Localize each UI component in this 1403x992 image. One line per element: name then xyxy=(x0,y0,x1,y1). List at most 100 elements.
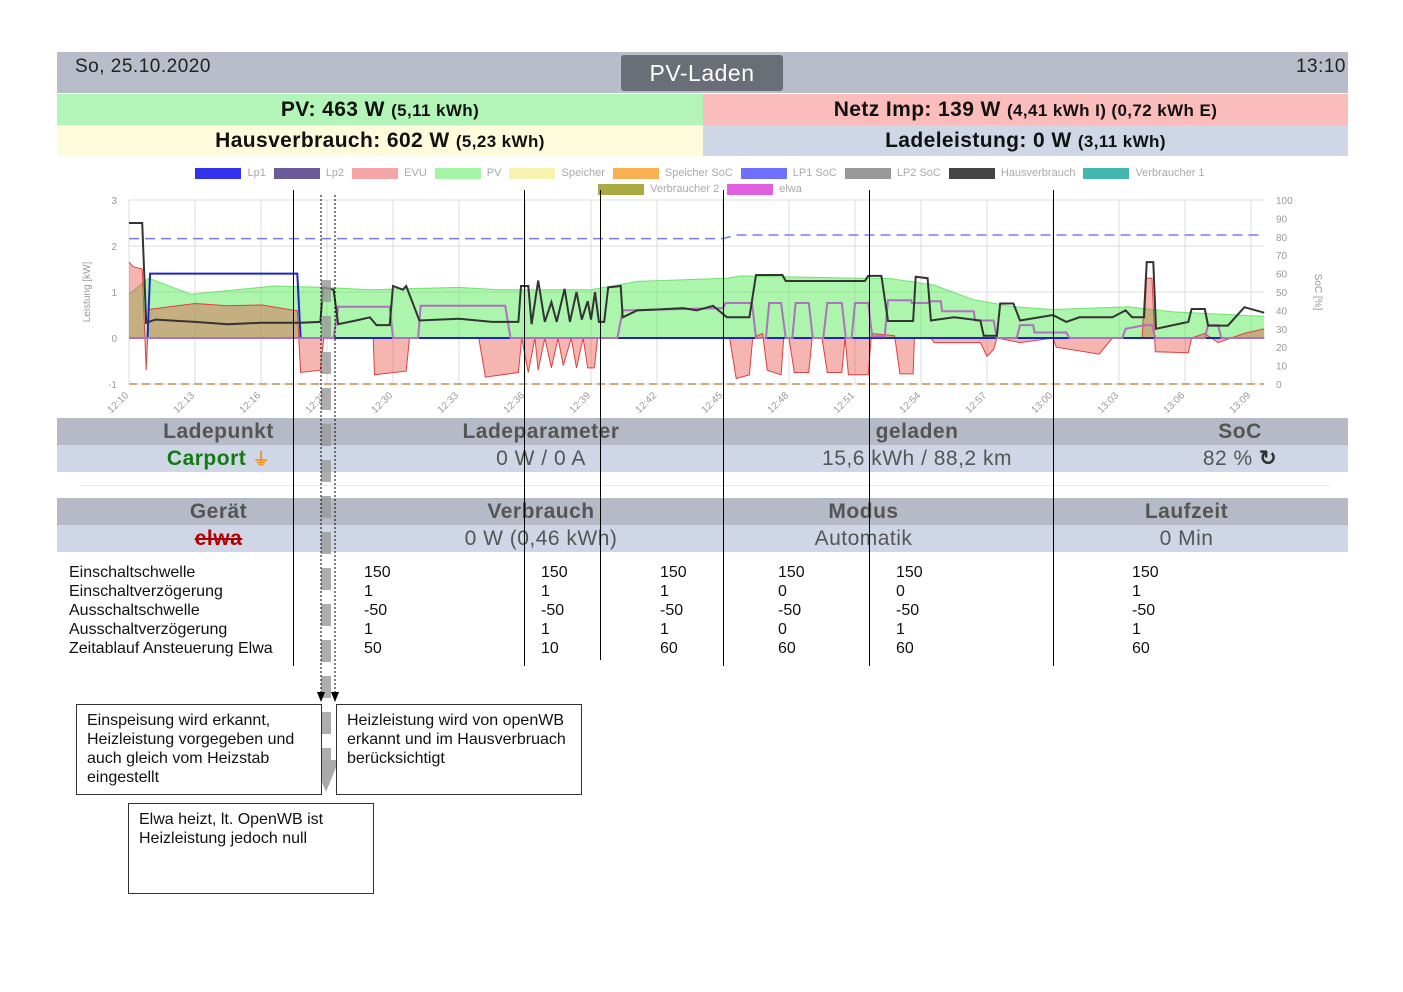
annotation-feed-in: Einspeisung wird erkannt, Heizleistung v… xyxy=(76,704,322,795)
param-value: -50 xyxy=(1132,602,1156,619)
x-tick-label: 12:42 xyxy=(634,390,660,416)
marker-line xyxy=(600,190,601,660)
header-geladen: geladen xyxy=(875,420,959,443)
param-value: -50 xyxy=(541,602,565,619)
param-value: 1 xyxy=(896,621,905,638)
y2-tick-label: 60 xyxy=(1276,270,1288,281)
y-tick-label: 2 xyxy=(111,242,117,253)
y2-tick-label: 20 xyxy=(1276,343,1288,354)
param-value: 60 xyxy=(1132,640,1150,657)
param-label: Ausschaltverzögerung xyxy=(69,621,228,638)
y2-tick-label: 80 xyxy=(1276,233,1288,244)
x-tick-label: 13:00 xyxy=(1030,390,1056,416)
param-value: 150 xyxy=(541,564,568,581)
y2-axis-label: SoC [%] xyxy=(1312,274,1323,311)
y2-tick-label: 70 xyxy=(1276,251,1288,262)
marker-line xyxy=(524,190,525,666)
divider xyxy=(80,485,1330,486)
device-consumption: 0 W (0,46 kWh) xyxy=(464,527,618,550)
param-value: 1 xyxy=(660,621,669,638)
param-value: 150 xyxy=(364,564,391,581)
x-tick-label: 12:30 xyxy=(370,390,396,416)
y2-tick-label: 0 xyxy=(1276,380,1282,391)
param-value: 50 xyxy=(364,640,382,657)
y2-tick-label: 100 xyxy=(1276,196,1293,207)
annotation-recognized: Heizleistung wird von openWB erkannt und… xyxy=(336,704,582,795)
param-value: 1 xyxy=(364,621,373,638)
soc-value: 82 % xyxy=(1202,447,1253,470)
param-value: 0 xyxy=(896,583,905,600)
param-value: 150 xyxy=(660,564,687,581)
param-value: -50 xyxy=(364,602,388,619)
y-tick-label: 1 xyxy=(111,288,117,299)
param-label: Zeitablauf Ansteuerung Elwa xyxy=(69,640,273,657)
refresh-soc-icon[interactable]: ↻ xyxy=(1259,447,1277,470)
device-name[interactable]: elwa xyxy=(57,525,380,552)
param-value: -50 xyxy=(778,602,802,619)
param-value: 1 xyxy=(541,583,550,600)
header-soc: SoC xyxy=(1218,420,1262,443)
header-ladeparameter: Ladeparameter xyxy=(462,420,620,443)
x-tick-label: 13:09 xyxy=(1228,390,1254,416)
y-tick-label: -1 xyxy=(108,380,117,391)
param-label: Einschaltverzögerung xyxy=(69,583,223,600)
y2-tick-label: 10 xyxy=(1276,362,1288,373)
param-value: 1 xyxy=(1132,583,1141,600)
y-tick-label: 3 xyxy=(111,196,117,207)
param-value: 60 xyxy=(896,640,914,657)
chargepoint-charged: 15,6 kWh / 88,2 km xyxy=(822,447,1012,470)
header-geraet: Gerät xyxy=(189,500,248,523)
param-value: 150 xyxy=(778,564,805,581)
param-value: 60 xyxy=(778,640,796,657)
marker-line xyxy=(293,190,294,666)
param-value-column: 150 0 -50 0 60 xyxy=(778,563,805,658)
marker-line xyxy=(1053,190,1054,666)
header-verbrauch: Verbrauch xyxy=(487,500,595,523)
param-value: 60 xyxy=(660,640,678,657)
marker-line xyxy=(869,190,870,666)
x-tick-label: 12:51 xyxy=(832,390,858,416)
x-tick-label: 13:06 xyxy=(1162,390,1188,416)
marker-line xyxy=(723,190,724,666)
x-tick-label: 12:48 xyxy=(766,390,792,416)
x-tick-label: 12:16 xyxy=(238,390,264,416)
header-ladepunkt: Ladepunkt xyxy=(163,420,274,443)
param-value: -50 xyxy=(896,602,920,619)
y2-tick-label: 90 xyxy=(1276,214,1288,225)
parameter-labels: Einschaltschwelle Einschaltverzögerung A… xyxy=(69,563,273,658)
param-value: 150 xyxy=(1132,564,1159,581)
series-line-lp1-soc xyxy=(129,234,1265,240)
x-tick-label: 12:13 xyxy=(172,390,198,416)
chargepoint-parameter: 0 W / 0 A xyxy=(496,447,586,470)
chargepoint-header-row: Ladepunkt Ladeparameter geladen SoC xyxy=(57,418,1348,445)
x-tick-label: 12:27 xyxy=(304,390,330,416)
y2-tick-label: 40 xyxy=(1276,306,1288,317)
param-value: 1 xyxy=(364,583,373,600)
power-chart: 3210-1100908070605040302010012:10 12:13 12… xyxy=(82,196,1323,416)
x-tick-label: 12:39 xyxy=(568,390,594,416)
param-value-column: 150 1 -50 1 60 xyxy=(660,563,687,658)
chargepoint-soc: 82 % ↻ xyxy=(1132,445,1348,472)
param-value-column: 150 1 -50 1 60 xyxy=(1132,563,1159,658)
device-runtime: 0 Min xyxy=(1159,527,1214,550)
param-value-column: 150 1 -50 1 10 xyxy=(541,563,568,658)
header-laufzeit: Laufzeit xyxy=(1144,500,1229,523)
device-header-row: Gerät Verbrauch Modus Laufzeit xyxy=(57,498,1348,525)
x-tick-label: 12:45 xyxy=(700,390,726,416)
y2-tick-label: 50 xyxy=(1276,288,1288,299)
arrow-head xyxy=(317,692,325,702)
device-row: elwa 0 W (0,46 kWh) Automatik 0 Min xyxy=(57,525,1348,552)
param-value: 0 xyxy=(778,621,787,638)
device-mode[interactable]: Automatik xyxy=(702,525,1025,552)
param-value: 10 xyxy=(541,640,559,657)
annotation-heating-null: Elwa heizt, lt. OpenWB ist Heizleistung … xyxy=(128,803,374,894)
param-value-column: 150 0 -50 1 60 xyxy=(896,563,923,658)
param-value-column: 150 1 -50 1 50 xyxy=(364,563,391,658)
chargepoint-name[interactable]: Carport ⏚ xyxy=(57,445,380,473)
x-tick-label: 12:10 xyxy=(106,390,132,416)
param-value: 0 xyxy=(778,583,787,600)
plug-icon: ⏚ xyxy=(252,450,271,469)
param-value: 1 xyxy=(541,621,550,638)
x-tick-label: 12:33 xyxy=(436,390,462,416)
param-value: 1 xyxy=(1132,621,1141,638)
